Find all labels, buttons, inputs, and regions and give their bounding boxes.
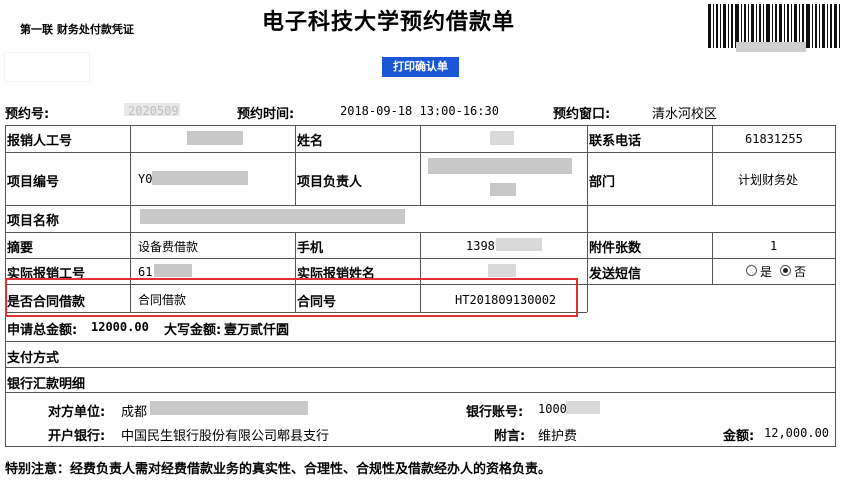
redaction <box>566 401 600 414</box>
note-value: 维护费 <box>538 429 578 444</box>
note-label: 附言: <box>494 429 526 444</box>
highlight-box <box>5 278 578 317</box>
special-notice: 特别注意：经费负责人需对经费借款业务的真实性、合理性、合规性及借款经办人的资格负… <box>5 462 552 477</box>
redaction <box>490 183 516 196</box>
sms-yes-radio[interactable] <box>746 265 757 276</box>
page-title: 电子科技大学预约借款单 <box>262 9 516 35</box>
booking-number-label: 预约号: <box>5 107 50 122</box>
department-label: 部门 <box>589 175 616 190</box>
attachments-label: 附件张数 <box>589 241 642 256</box>
barcode <box>708 4 840 52</box>
payment-method-label: 支付方式 <box>7 351 60 366</box>
sms-label: 发送短信 <box>589 267 642 282</box>
summary-label: 摘要 <box>7 241 34 256</box>
redaction <box>488 264 516 277</box>
redaction <box>490 131 514 145</box>
actual-reimburser-id-value: 61 <box>138 265 153 279</box>
redaction <box>150 401 308 415</box>
reimburser-id-label: 报销人工号 <box>7 134 73 149</box>
sms-yes-label[interactable]: 是 <box>760 263 772 280</box>
attachments-value: 1 <box>770 239 778 253</box>
redaction <box>428 158 572 174</box>
total-amount-value: 12000.00 <box>91 320 149 334</box>
mobile-label: 手机 <box>297 241 324 256</box>
summary-value: 设备费借款 <box>138 240 199 254</box>
booking-window-label: 预约窗口: <box>553 107 611 122</box>
redacted-block <box>5 53 89 81</box>
redaction <box>124 103 180 116</box>
counterparty-label: 对方单位: <box>48 405 106 420</box>
mobile-value: 1398 <box>466 239 495 253</box>
bank-account-value: 1000 <box>538 402 567 416</box>
bank-account-label: 银行账号: <box>466 405 524 420</box>
redaction <box>154 264 192 277</box>
amount-in-words-label: 大写金额: <box>164 323 222 338</box>
redaction <box>496 238 542 251</box>
booking-window-value: 清水河校区 <box>652 107 718 122</box>
amount-in-words-value: 壹万贰仟圆 <box>224 323 290 338</box>
print-confirmation-button[interactable]: 打印确认单 <box>382 57 459 77</box>
booking-time-label: 预约时间: <box>237 107 295 122</box>
project-name-label: 项目名称 <box>7 214 60 229</box>
sms-no-radio[interactable] <box>780 265 791 276</box>
project-lead-label: 项目负责人 <box>297 175 363 190</box>
project-number-label: 项目编号 <box>7 175 60 190</box>
redaction <box>187 131 243 145</box>
copy-label: 第一联 财务处付款凭证 <box>20 23 134 36</box>
counterparty-value: 成都 <box>121 405 148 420</box>
bank-transfer-detail-label: 银行汇款明细 <box>7 377 86 392</box>
project-number-value: Y0 <box>138 172 153 186</box>
name-label: 姓名 <box>297 134 324 149</box>
redaction <box>152 171 248 185</box>
amount-value: 12,000.00 <box>764 426 830 440</box>
department-value: 计划财务处 <box>738 173 799 187</box>
phone-value: 61831255 <box>745 132 803 146</box>
sms-no-label[interactable]: 否 <box>794 263 806 280</box>
phone-label: 联系电话 <box>589 134 642 149</box>
booking-time-value: 2018-09-18 13:00-16:30 <box>340 104 499 118</box>
bank-name-label: 开户银行: <box>48 429 106 444</box>
total-amount-label: 申请总金额: <box>7 323 78 338</box>
amount-label: 金额: <box>723 429 755 444</box>
redaction <box>140 209 405 224</box>
bank-name-value: 中国民生银行股份有限公司郫县支行 <box>121 429 330 444</box>
